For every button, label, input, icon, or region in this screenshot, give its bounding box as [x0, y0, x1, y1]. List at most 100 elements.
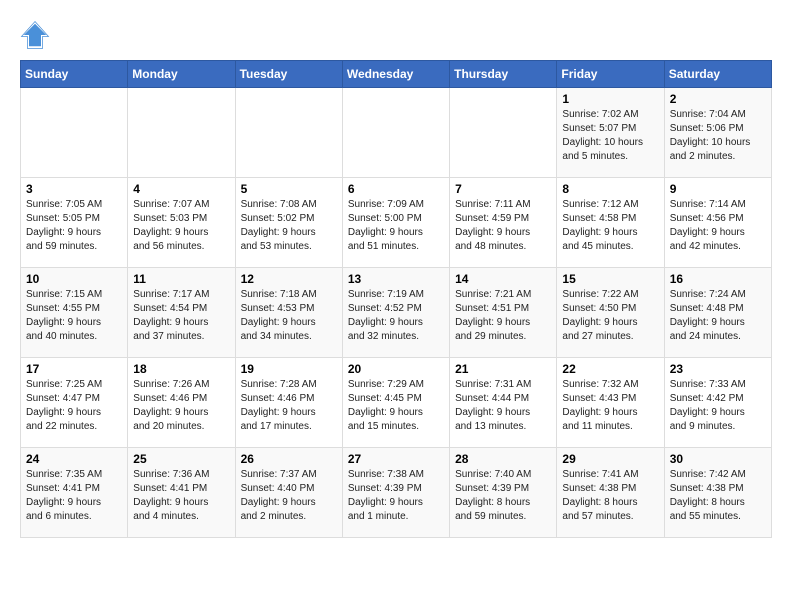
calendar-day-cell: 9 Sunrise: 7:14 AM Sunset: 4:56 PM Daylig… — [664, 178, 771, 268]
day-info: Sunrise: 7:14 AM Sunset: 4:56 PM Dayligh… — [670, 198, 766, 254]
day-number: 5 — [241, 182, 337, 196]
day-info: Sunrise: 7:42 AM Sunset: 4:38 PM Dayligh… — [670, 468, 766, 524]
day-number: 19 — [241, 362, 337, 376]
day-info: Sunrise: 7:18 AM Sunset: 4:53 PM Dayligh… — [241, 288, 337, 344]
day-info: Sunrise: 7:07 AM Sunset: 5:03 PM Dayligh… — [133, 198, 229, 254]
calendar-day-cell: 6 Sunrise: 7:09 AM Sunset: 5:00 PM Daylig… — [342, 178, 449, 268]
day-number: 8 — [562, 182, 658, 196]
calendar-week-row: 3 Sunrise: 7:05 AM Sunset: 5:05 PM Daylig… — [21, 178, 772, 268]
day-number: 1 — [562, 92, 658, 106]
logo — [20, 20, 52, 50]
calendar-day-cell: 3 Sunrise: 7:05 AM Sunset: 5:05 PM Daylig… — [21, 178, 128, 268]
day-number: 16 — [670, 272, 766, 286]
calendar-day-cell: 30 Sunrise: 7:42 AM Sunset: 4:38 PM Dayli… — [664, 448, 771, 538]
day-number: 22 — [562, 362, 658, 376]
day-info: Sunrise: 7:28 AM Sunset: 4:46 PM Dayligh… — [241, 378, 337, 434]
calendar-day-cell: 16 Sunrise: 7:24 AM Sunset: 4:48 PM Dayli… — [664, 268, 771, 358]
calendar-day-cell: 5 Sunrise: 7:08 AM Sunset: 5:02 PM Daylig… — [235, 178, 342, 268]
calendar-day-cell: 1 Sunrise: 7:02 AM Sunset: 5:07 PM Daylig… — [557, 88, 664, 178]
calendar-day-cell: 11Sunrise: 7:17 AM Sunset: 4:54 PM Dayli… — [128, 268, 235, 358]
day-info: Sunrise: 7:02 AM Sunset: 5:07 PM Dayligh… — [562, 108, 658, 164]
day-info: Sunrise: 7:24 AM Sunset: 4:48 PM Dayligh… — [670, 288, 766, 344]
day-number: 14 — [455, 272, 551, 286]
day-info: Sunrise: 7:36 AM Sunset: 4:41 PM Dayligh… — [133, 468, 229, 524]
calendar-day-cell — [450, 88, 557, 178]
day-info: Sunrise: 7:33 AM Sunset: 4:42 PM Dayligh… — [670, 378, 766, 434]
day-number: 13 — [348, 272, 444, 286]
calendar-day-cell: 21Sunrise: 7:31 AM Sunset: 4:44 PM Dayli… — [450, 358, 557, 448]
day-number: 15 — [562, 272, 658, 286]
weekday-header-monday: Monday — [128, 61, 235, 88]
weekday-header-tuesday: Tuesday — [235, 61, 342, 88]
day-number: 27 — [348, 452, 444, 466]
weekday-header-wednesday: Wednesday — [342, 61, 449, 88]
calendar-week-row: 17 Sunrise: 7:25 AM Sunset: 4:47 PM Dayli… — [21, 358, 772, 448]
day-number: 6 — [348, 182, 444, 196]
calendar-day-cell — [235, 88, 342, 178]
day-number: 12 — [241, 272, 337, 286]
weekday-header-saturday: Saturday — [664, 61, 771, 88]
calendar-day-cell: 25 Sunrise: 7:36 AM Sunset: 4:41 PM Dayli… — [128, 448, 235, 538]
weekday-header-sunday: Sunday — [21, 61, 128, 88]
day-number: 17 — [26, 362, 122, 376]
day-number: 23 — [670, 362, 766, 376]
day-number: 4 — [133, 182, 229, 196]
calendar-day-cell: 27 Sunrise: 7:38 AM Sunset: 4:39 PM Dayli… — [342, 448, 449, 538]
day-info: Sunrise: 7:11 AM Sunset: 4:59 PM Dayligh… — [455, 198, 551, 254]
calendar-day-cell: 4 Sunrise: 7:07 AM Sunset: 5:03 PM Daylig… — [128, 178, 235, 268]
day-number: 30 — [670, 452, 766, 466]
logo-icon — [20, 20, 50, 50]
day-info: Sunrise: 7:19 AM Sunset: 4:52 PM Dayligh… — [348, 288, 444, 344]
calendar-day-cell: 20 Sunrise: 7:29 AM Sunset: 4:45 PM Dayli… — [342, 358, 449, 448]
day-info: Sunrise: 7:38 AM Sunset: 4:39 PM Dayligh… — [348, 468, 444, 524]
calendar-day-cell: 22 Sunrise: 7:32 AM Sunset: 4:43 PM Dayli… — [557, 358, 664, 448]
calendar-day-cell: 24 Sunrise: 7:35 AM Sunset: 4:41 PM Dayli… — [21, 448, 128, 538]
day-number: 7 — [455, 182, 551, 196]
calendar-day-cell: 14 Sunrise: 7:21 AM Sunset: 4:51 PM Dayli… — [450, 268, 557, 358]
day-info: Sunrise: 7:15 AM Sunset: 4:55 PM Dayligh… — [26, 288, 122, 344]
day-number: 25 — [133, 452, 229, 466]
day-info: Sunrise: 7:09 AM Sunset: 5:00 PM Dayligh… — [348, 198, 444, 254]
day-number: 9 — [670, 182, 766, 196]
weekday-header-friday: Friday — [557, 61, 664, 88]
day-info: Sunrise: 7:12 AM Sunset: 4:58 PM Dayligh… — [562, 198, 658, 254]
calendar-day-cell: 8 Sunrise: 7:12 AM Sunset: 4:58 PM Daylig… — [557, 178, 664, 268]
day-info: Sunrise: 7:04 AM Sunset: 5:06 PM Dayligh… — [670, 108, 766, 164]
day-info: Sunrise: 7:05 AM Sunset: 5:05 PM Dayligh… — [26, 198, 122, 254]
day-number: 24 — [26, 452, 122, 466]
day-info: Sunrise: 7:41 AM Sunset: 4:38 PM Dayligh… — [562, 468, 658, 524]
calendar-week-row: 1 Sunrise: 7:02 AM Sunset: 5:07 PM Daylig… — [21, 88, 772, 178]
day-info: Sunrise: 7:29 AM Sunset: 4:45 PM Dayligh… — [348, 378, 444, 434]
calendar-day-cell: 12 Sunrise: 7:18 AM Sunset: 4:53 PM Dayli… — [235, 268, 342, 358]
calendar-day-cell — [342, 88, 449, 178]
weekday-header-thursday: Thursday — [450, 61, 557, 88]
day-info: Sunrise: 7:32 AM Sunset: 4:43 PM Dayligh… — [562, 378, 658, 434]
day-number: 18 — [133, 362, 229, 376]
day-info: Sunrise: 7:35 AM Sunset: 4:41 PM Dayligh… — [26, 468, 122, 524]
calendar-day-cell: 10 Sunrise: 7:15 AM Sunset: 4:55 PM Dayli… — [21, 268, 128, 358]
day-number: 3 — [26, 182, 122, 196]
calendar-day-cell: 28 Sunrise: 7:40 AM Sunset: 4:39 PM Dayli… — [450, 448, 557, 538]
calendar-day-cell: 23 Sunrise: 7:33 AM Sunset: 4:42 PM Dayli… — [664, 358, 771, 448]
day-info: Sunrise: 7:40 AM Sunset: 4:39 PM Dayligh… — [455, 468, 551, 524]
day-number: 28 — [455, 452, 551, 466]
day-number: 20 — [348, 362, 444, 376]
day-info: Sunrise: 7:08 AM Sunset: 5:02 PM Dayligh… — [241, 198, 337, 254]
day-info: Sunrise: 7:25 AM Sunset: 4:47 PM Dayligh… — [26, 378, 122, 434]
day-info: Sunrise: 7:21 AM Sunset: 4:51 PM Dayligh… — [455, 288, 551, 344]
calendar-day-cell: 15 Sunrise: 7:22 AM Sunset: 4:50 PM Dayli… — [557, 268, 664, 358]
calendar-week-row: 10 Sunrise: 7:15 AM Sunset: 4:55 PM Dayli… — [21, 268, 772, 358]
calendar-day-cell — [128, 88, 235, 178]
calendar-table: SundayMondayTuesdayWednesdayThursdayFrid… — [20, 60, 772, 538]
calendar-day-cell: 17 Sunrise: 7:25 AM Sunset: 4:47 PM Dayli… — [21, 358, 128, 448]
page-header — [20, 20, 772, 50]
day-number: 10 — [26, 272, 122, 286]
calendar-day-cell: 26Sunrise: 7:37 AM Sunset: 4:40 PM Dayli… — [235, 448, 342, 538]
calendar-day-cell: 18Sunrise: 7:26 AM Sunset: 4:46 PM Dayli… — [128, 358, 235, 448]
calendar-day-cell: 29Sunrise: 7:41 AM Sunset: 4:38 PM Dayli… — [557, 448, 664, 538]
day-info: Sunrise: 7:22 AM Sunset: 4:50 PM Dayligh… — [562, 288, 658, 344]
day-info: Sunrise: 7:37 AM Sunset: 4:40 PM Dayligh… — [241, 468, 337, 524]
day-number: 11 — [133, 272, 229, 286]
day-info: Sunrise: 7:31 AM Sunset: 4:44 PM Dayligh… — [455, 378, 551, 434]
calendar-day-cell — [21, 88, 128, 178]
